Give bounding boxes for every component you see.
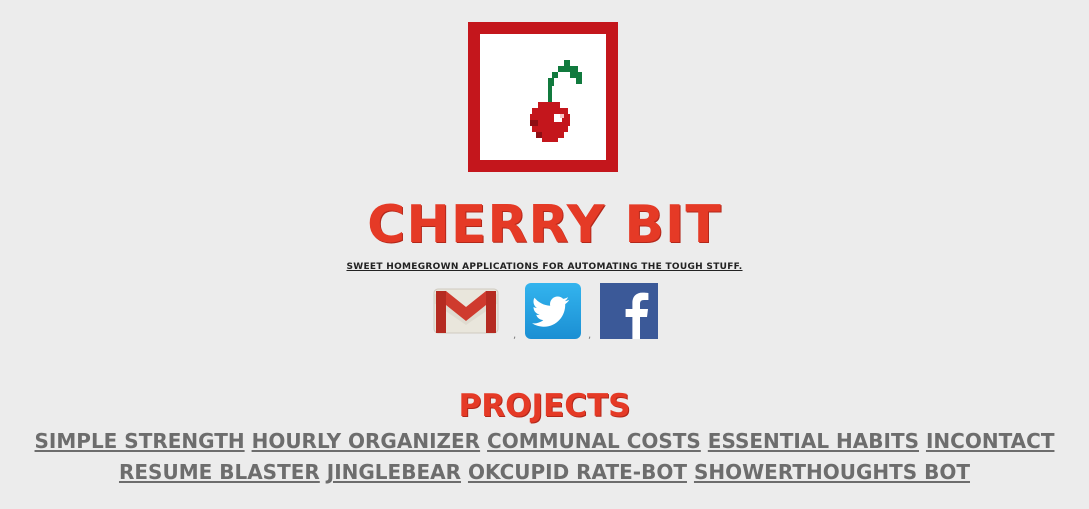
twitter-link[interactable] bbox=[525, 283, 581, 341]
projects-list: Simple Strength Hourly Organizer Communa… bbox=[16, 426, 1073, 488]
projects-heading: Projects bbox=[458, 388, 631, 424]
separator-dot: , bbox=[513, 330, 517, 341]
cherry-icon bbox=[530, 60, 582, 142]
project-link-showerthoughts-bot[interactable]: ShowerThoughts Bot bbox=[694, 460, 970, 484]
project-link-hourly-organizer[interactable]: Hourly Organizer bbox=[252, 429, 481, 453]
page: Cherry Bit Sweet homegrown applications … bbox=[0, 0, 1089, 509]
site-tagline: Sweet homegrown applications for automat… bbox=[346, 262, 743, 272]
twitter-icon bbox=[525, 283, 581, 339]
gmail-link[interactable] bbox=[432, 283, 500, 341]
project-link-essential-habits[interactable]: Essential Habits bbox=[708, 429, 919, 453]
project-link-incontact[interactable]: InContact bbox=[926, 429, 1055, 453]
project-link-simple-strength[interactable]: Simple Strength bbox=[35, 429, 245, 453]
facebook-icon bbox=[600, 283, 658, 339]
separator-dot: , bbox=[588, 330, 592, 341]
project-link-okcupid-rate-bot[interactable]: OkCupid Rate-Bot bbox=[468, 460, 687, 484]
gmail-icon bbox=[433, 288, 499, 334]
project-link-communal-costs[interactable]: Communal Costs bbox=[487, 429, 701, 453]
site-title: Cherry Bit bbox=[367, 195, 722, 255]
project-link-jinglebear[interactable]: JingleBear bbox=[327, 460, 461, 484]
cherry-logo bbox=[468, 22, 618, 172]
facebook-link[interactable] bbox=[600, 283, 658, 341]
project-link-resume-blaster[interactable]: Resume Blaster bbox=[119, 460, 320, 484]
